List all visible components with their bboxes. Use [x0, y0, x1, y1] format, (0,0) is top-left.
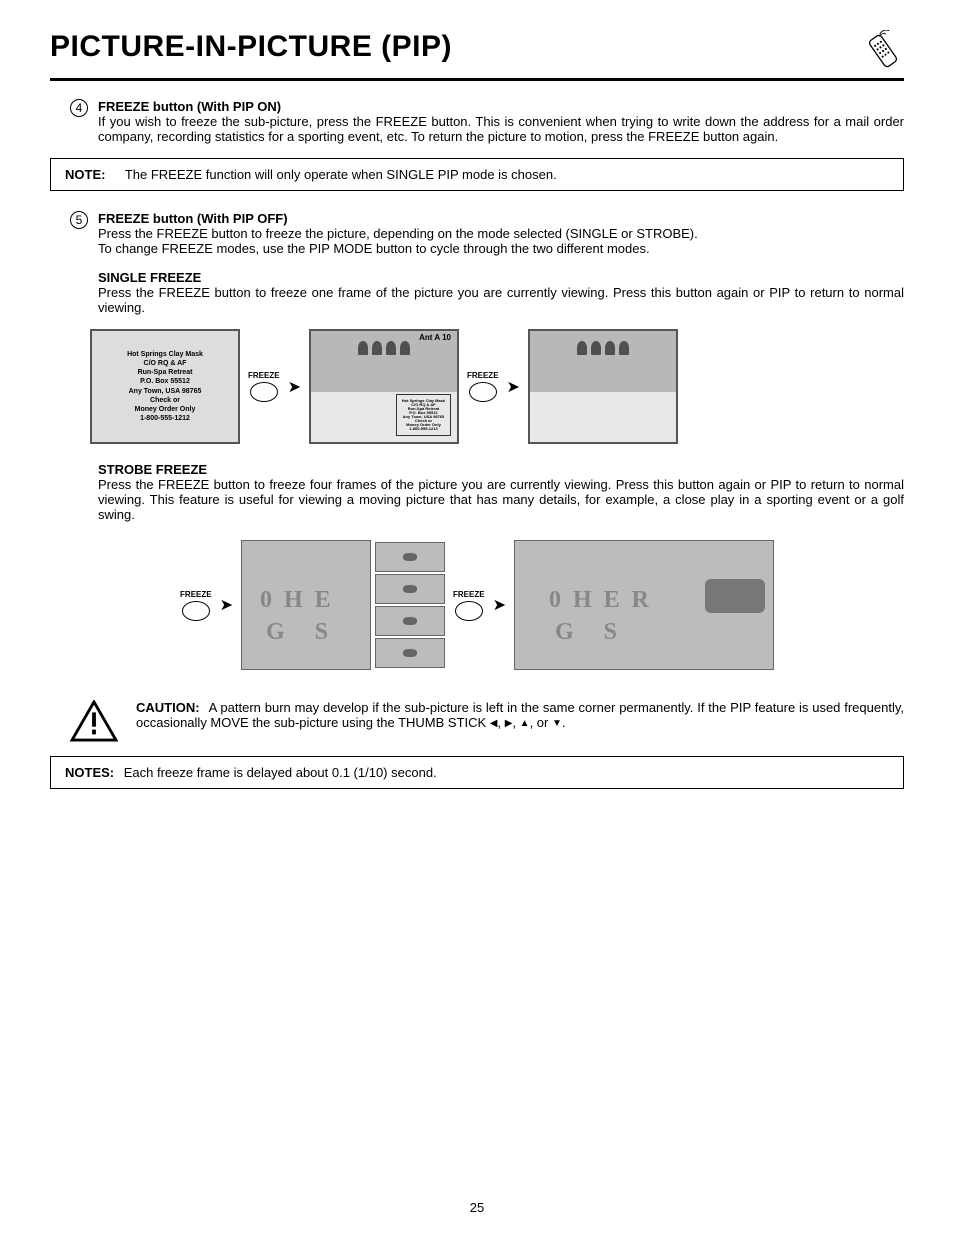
- strobe-freeze-heading: STROBE FREEZE: [98, 462, 904, 477]
- pip-sub-picture: Hot Springs Clay Mask C/O RQ & AF Run-Sp…: [396, 394, 451, 436]
- step-5-line1: Press the FREEZE button to freeze the pi…: [98, 226, 698, 241]
- caution-text-b: .: [562, 715, 566, 730]
- strobe-frame-1: [375, 542, 445, 572]
- step-5-line2: To change FREEZE modes, use the PIP MODE…: [98, 241, 650, 256]
- freeze-button-icon: [250, 382, 278, 402]
- strobe-freeze-diagram: FREEZE ➤ 0 H E G S FREEZE ➤ 0 H E R G S: [50, 540, 904, 670]
- page-header: PICTURE-IN-PICTURE (PIP): [50, 30, 904, 81]
- freeze-button-icon: [182, 601, 210, 621]
- step-4-title: FREEZE button (With PIP ON): [98, 99, 281, 114]
- notes-2-label: NOTES:: [65, 765, 114, 780]
- tv-screen-pip: Ant A 10 Hot Springs Clay Mask C/O RQ & …: [309, 329, 459, 444]
- strobe-frame-2: [375, 574, 445, 604]
- remote-control-icon: [862, 30, 904, 72]
- strobe-freeze-section: STROBE FREEZE Press the FREEZE button to…: [98, 462, 904, 522]
- arrow-icon: ➤: [288, 377, 301, 397]
- arrow-icon: ➤: [220, 595, 233, 615]
- down-arrow-icon: ▼: [552, 718, 562, 729]
- freeze-button-1: FREEZE: [248, 371, 280, 402]
- step-4-number: 4: [70, 99, 88, 117]
- strobe-main-frame-1: 0 H E G S: [241, 540, 371, 670]
- strobe-thumbnail-strip: [375, 542, 445, 668]
- freeze-button-icon: [469, 382, 497, 402]
- notes-box-2: NOTES: Each freeze frame is delayed abou…: [50, 756, 904, 789]
- single-freeze-diagram: Hot Springs Clay Mask C/O RQ & AF Run-Sp…: [90, 329, 904, 444]
- right-arrow-icon: ▶: [505, 718, 513, 729]
- caution-section: CAUTION: A pattern burn may develop if t…: [70, 700, 904, 742]
- freeze-button-3: FREEZE: [180, 590, 212, 621]
- tv-screen-address: Hot Springs Clay Mask C/O RQ & AF Run-Sp…: [90, 329, 240, 444]
- strobe-frame-3: [375, 606, 445, 636]
- step-5-section: 5 FREEZE button (With PIP OFF) Press the…: [70, 211, 904, 256]
- freeze-button-icon: [455, 601, 483, 621]
- step-5-number: 5: [70, 211, 88, 229]
- single-freeze-section: SINGLE FREEZE Press the FREEZE button to…: [98, 270, 904, 315]
- strobe-main-frame-2: 0 H E R G S: [514, 540, 774, 670]
- note-box-1: NOTE: The FREEZE function will only oper…: [50, 158, 904, 191]
- arrow-icon: ➤: [493, 595, 506, 615]
- page-number: 25: [0, 1200, 954, 1215]
- freeze-button-2: FREEZE: [467, 371, 499, 402]
- note-1-label: NOTE:: [65, 167, 105, 182]
- freeze-button-4: FREEZE: [453, 590, 485, 621]
- single-freeze-heading: SINGLE FREEZE: [98, 270, 904, 285]
- up-arrow-icon: ▲: [520, 718, 530, 729]
- arrow-icon: ➤: [507, 377, 520, 397]
- warning-triangle-icon: [70, 700, 118, 742]
- note-1-text: The FREEZE function will only operate wh…: [125, 167, 557, 182]
- page-title: PICTURE-IN-PICTURE (PIP): [50, 30, 452, 64]
- caution-label: CAUTION:: [136, 700, 200, 715]
- step-4-body: If you wish to freeze the sub-picture, p…: [98, 114, 904, 144]
- single-freeze-text: Press the FREEZE button to freeze one fr…: [98, 285, 904, 315]
- step-4-section: 4 FREEZE button (With PIP ON) If you wis…: [70, 99, 904, 144]
- golf-cart-icon: [705, 579, 765, 613]
- strobe-freeze-text: Press the FREEZE button to freeze four f…: [98, 477, 904, 522]
- left-arrow-icon: ◀: [490, 718, 498, 729]
- notes-2-text: Each freeze frame is delayed about 0.1 (…: [124, 765, 437, 780]
- tv-screen-result: [528, 329, 678, 444]
- step-5-title: FREEZE button (With PIP OFF): [98, 211, 288, 226]
- strobe-frame-4: [375, 638, 445, 668]
